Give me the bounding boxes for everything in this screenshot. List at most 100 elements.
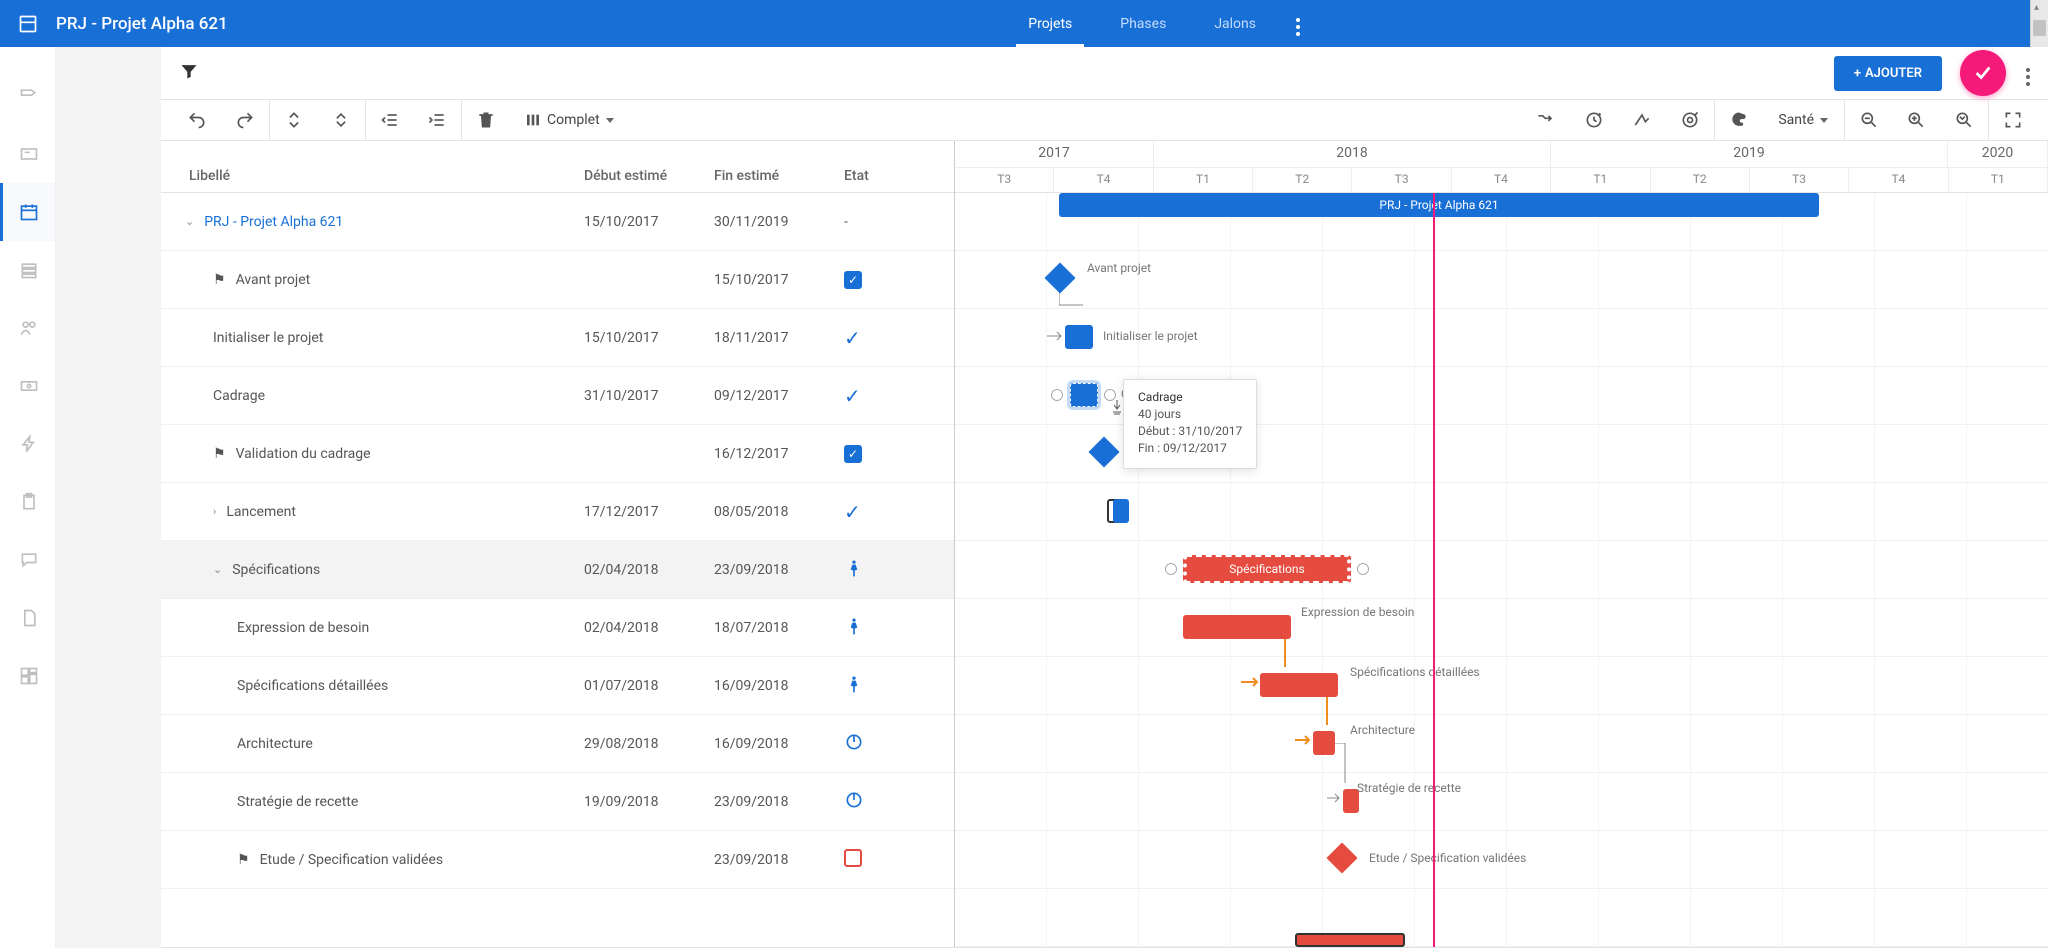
task-label: Validation du cadrage	[236, 446, 371, 462]
rail-item-chat[interactable]	[0, 531, 55, 589]
actionbar-more-button[interactable]	[2026, 61, 2030, 86]
bar-label: Architecture	[1350, 723, 1415, 737]
quarter-header: T2	[1651, 168, 1750, 193]
year-header: 2019	[1551, 141, 1948, 167]
check-icon: ✓	[844, 500, 861, 524]
bar-spec-detail[interactable]	[1260, 673, 1338, 697]
nav-tab-phases[interactable]: Phases	[1096, 0, 1190, 47]
checkbox-outline-icon[interactable]	[844, 849, 862, 867]
reschedule-button[interactable]	[1570, 100, 1618, 140]
link-tasks-button[interactable]	[1522, 100, 1570, 140]
flag-icon: ⚑	[213, 446, 226, 462]
add-button[interactable]: +AJOUTER	[1834, 56, 1942, 91]
rail-item-calendar[interactable]	[0, 183, 55, 241]
bar-partial-bottom[interactable]	[1295, 933, 1405, 947]
handle-right[interactable]	[1357, 563, 1369, 575]
rail-item-money[interactable]	[0, 357, 55, 415]
cell-state	[844, 674, 954, 698]
bar-expression[interactable]	[1183, 615, 1291, 639]
handle-left[interactable]	[1051, 389, 1063, 401]
nav-overflow-button[interactable]	[1280, 11, 1328, 36]
grid-row[interactable]: ⌄PRJ - Projet Alpha 62115/10/201730/11/2…	[161, 193, 954, 251]
filter-button[interactable]	[179, 61, 199, 85]
expand-icon[interactable]: ⌄	[185, 215, 194, 228]
collapse-all-button[interactable]	[269, 100, 317, 140]
milestone-validation[interactable]	[1088, 436, 1119, 467]
cell-state	[844, 616, 954, 640]
undo-button[interactable]	[173, 100, 221, 140]
bar-architecture[interactable]	[1313, 731, 1335, 755]
rail-item-stack[interactable]	[0, 241, 55, 299]
action-bar: +AJOUTER	[161, 47, 2048, 99]
grid-row[interactable]: Cadrage31/10/201709/12/2017✓	[161, 367, 954, 425]
col-header-state[interactable]: Etat	[844, 168, 954, 184]
grid-row[interactable]: Expression de besoin02/04/201818/07/2018	[161, 599, 954, 657]
quarter-header: T2	[1253, 168, 1352, 193]
rail-item-tag[interactable]	[0, 67, 55, 125]
rail-item-file[interactable]	[0, 589, 55, 647]
milestone-etude[interactable]	[1326, 842, 1357, 873]
grid-row[interactable]: ›Lancement17/12/201708/05/2018✓	[161, 483, 954, 541]
grid-row[interactable]: Initialiser le projet15/10/201718/11/201…	[161, 309, 954, 367]
checkbox-icon[interactable]: ✓	[844, 271, 862, 289]
quarter-header: T3	[1352, 168, 1451, 193]
grid-row[interactable]: Stratégie de recette19/09/201823/09/2018	[161, 773, 954, 831]
cell-start: 02/04/2018	[584, 562, 714, 578]
health-select[interactable]: Santé	[1762, 112, 1844, 128]
critical-path-button[interactable]	[1618, 100, 1666, 140]
rail-item-people[interactable]	[0, 299, 55, 357]
quarter-header: T1	[1949, 168, 2048, 193]
cell-state: ✓	[844, 326, 954, 350]
bar-cadrage[interactable]	[1070, 383, 1098, 407]
grid-row[interactable]: ⚑Etude / Specification validées23/09/201…	[161, 831, 954, 889]
bar-lancement[interactable]	[1113, 499, 1129, 523]
color-button[interactable]	[1714, 100, 1762, 140]
cell-state	[844, 849, 954, 871]
redo-button[interactable]	[221, 100, 269, 140]
cell-state: ✓	[844, 271, 954, 289]
worker-icon	[844, 674, 864, 694]
outdent-button[interactable]	[365, 100, 413, 140]
grid-row[interactable]: ⚑Validation du cadrage16/12/2017✓	[161, 425, 954, 483]
zoom-out-button[interactable]	[1844, 100, 1892, 140]
task-label: Initialiser le projet	[213, 330, 323, 346]
indent-button[interactable]	[413, 100, 461, 140]
grid-row[interactable]: ⚑Avant projet15/10/2017✓	[161, 251, 954, 309]
bar-initialiser[interactable]	[1065, 325, 1093, 349]
checkbox-icon[interactable]: ✓	[844, 445, 862, 463]
bar-specifications[interactable]: Spécifications	[1183, 555, 1351, 583]
worker-icon	[844, 616, 864, 636]
expand-icon[interactable]: ›	[213, 505, 216, 518]
cell-start: 31/10/2017	[584, 388, 714, 404]
view-mode-select[interactable]: Complet	[509, 112, 630, 128]
delete-button[interactable]	[461, 100, 509, 140]
handle-left[interactable]	[1165, 563, 1177, 575]
cell-end: 15/10/2017	[714, 272, 844, 288]
target-button[interactable]	[1666, 100, 1714, 140]
col-header-libelle[interactable]: Libellé	[161, 168, 584, 184]
confirm-button[interactable]	[1960, 50, 2006, 96]
rail-item-card[interactable]	[0, 125, 55, 183]
expand-icon[interactable]: ⌄	[213, 563, 222, 576]
zoom-fit-button[interactable]	[1940, 100, 1988, 140]
grid-row[interactable]: ⌄Spécifications02/04/201823/09/2018	[161, 541, 954, 599]
rail-item-bolt[interactable]	[0, 415, 55, 473]
quarter-header: T3	[1750, 168, 1849, 193]
rail-item-clipboard[interactable]	[0, 473, 55, 531]
nav-tab-projets[interactable]: Projets	[1004, 0, 1096, 47]
grid-row[interactable]: Spécifications détaillées01/07/201816/09…	[161, 657, 954, 715]
bar-project[interactable]: PRJ - Projet Alpha 621	[1059, 193, 1819, 217]
col-header-start[interactable]: Début estimé	[584, 168, 714, 184]
cell-state: ✓	[844, 384, 954, 408]
nav-tab-jalons[interactable]: Jalons	[1190, 0, 1280, 47]
rail-item-dashboard[interactable]	[0, 647, 55, 705]
zoom-in-button[interactable]	[1892, 100, 1940, 140]
expand-all-button[interactable]	[317, 100, 365, 140]
grid-row[interactable]: Architecture29/08/201816/09/2018	[161, 715, 954, 773]
handle-right[interactable]	[1104, 389, 1116, 401]
cell-state: ✓	[844, 445, 954, 463]
col-header-end[interactable]: Fin estimé	[714, 168, 844, 184]
fullscreen-button[interactable]	[1988, 100, 2036, 140]
today-marker	[1433, 193, 1435, 947]
year-header: 2017	[955, 141, 1154, 167]
